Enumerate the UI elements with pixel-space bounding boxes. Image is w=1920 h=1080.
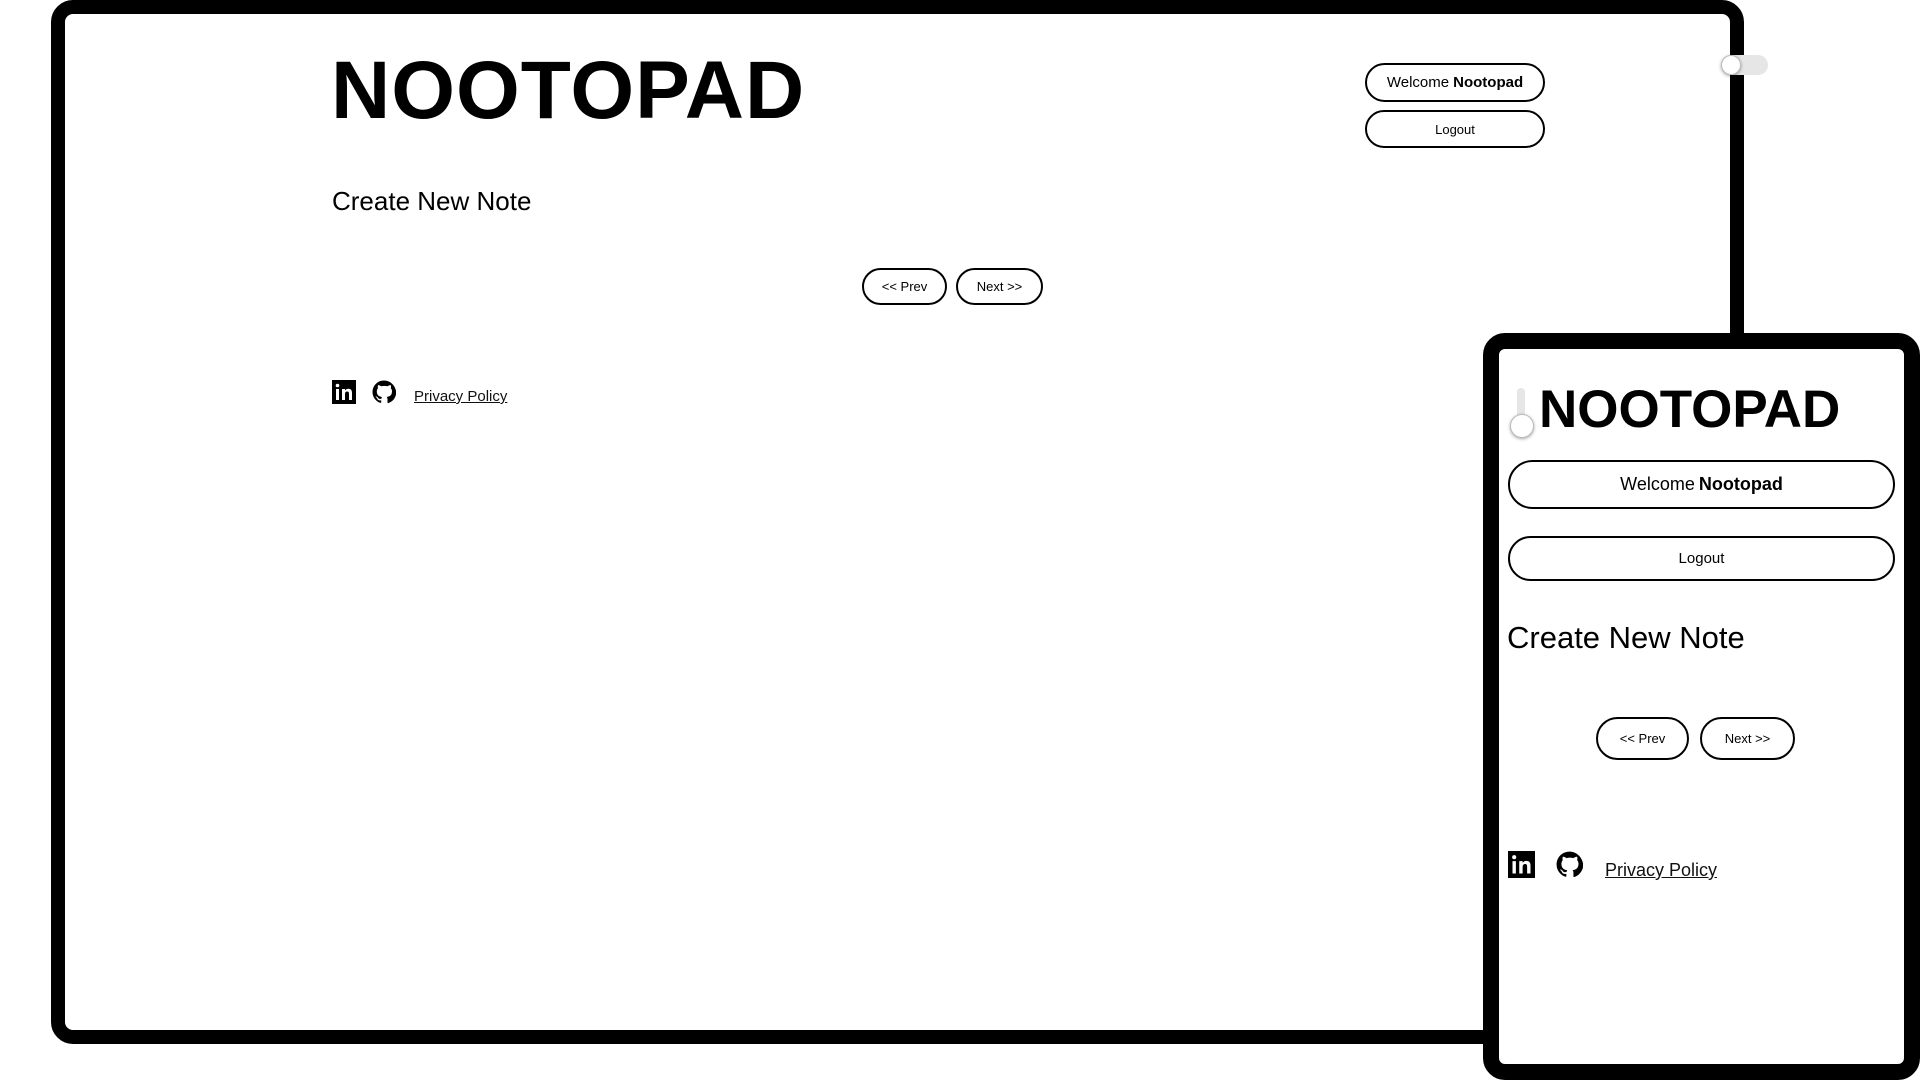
- mobile-privacy-policy-link[interactable]: Privacy Policy: [1605, 860, 1717, 881]
- linkedin-icon[interactable]: [332, 380, 356, 404]
- welcome-button[interactable]: Welcome Nootopad: [1365, 63, 1545, 102]
- mobile-linkedin-icon[interactable]: [1508, 851, 1535, 878]
- mobile-prev-button[interactable]: << Prev: [1596, 717, 1689, 760]
- next-button[interactable]: Next >>: [956, 268, 1043, 305]
- toggle-knob: [1721, 55, 1741, 75]
- mobile-logout-button[interactable]: Logout: [1508, 536, 1895, 581]
- mobile-app-title: NOOTOPAD: [1539, 380, 1841, 439]
- mobile-welcome-button[interactable]: Welcome Nootopad: [1508, 460, 1895, 509]
- privacy-policy-link[interactable]: Privacy Policy: [414, 388, 507, 405]
- mobile-frame: [1483, 333, 1920, 1080]
- mobile-create-note-link[interactable]: Create New Note: [1507, 620, 1745, 656]
- theme-toggle[interactable]: [1721, 55, 1768, 75]
- mobile-toggle-knob: [1510, 414, 1534, 438]
- github-icon[interactable]: [372, 380, 396, 404]
- app-title: NOOTOPAD: [331, 45, 806, 136]
- create-note-link[interactable]: Create New Note: [332, 186, 531, 217]
- mobile-theme-toggle[interactable]: [1510, 388, 1534, 438]
- mobile-welcome-prefix: Welcome: [1620, 474, 1695, 494]
- mobile-next-button[interactable]: Next >>: [1700, 717, 1795, 760]
- username: Nootopad: [1453, 74, 1524, 91]
- mobile-github-icon[interactable]: [1556, 851, 1583, 878]
- welcome-prefix: Welcome: [1386, 74, 1450, 91]
- prev-button[interactable]: << Prev: [862, 268, 947, 305]
- mobile-username: Nootopad: [1698, 474, 1783, 494]
- logout-button[interactable]: Logout: [1365, 110, 1545, 148]
